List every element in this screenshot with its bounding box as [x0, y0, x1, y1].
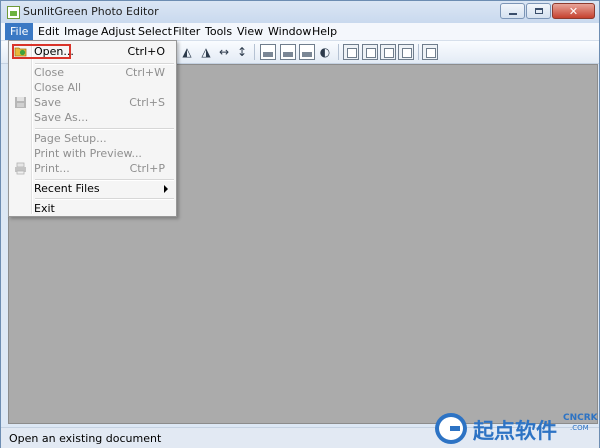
close-button[interactable]: ✕: [552, 3, 595, 19]
resize-height-icon[interactable]: ↕: [234, 44, 250, 60]
crop-frame-icon[interactable]: [398, 44, 414, 60]
flip-horizontal-icon[interactable]: ◭: [179, 44, 195, 60]
levels-icon[interactable]: [299, 44, 315, 60]
menu-item-label: Exit: [34, 202, 55, 215]
submenu-arrow-icon: [164, 185, 168, 193]
toolbar-separator: [338, 44, 339, 60]
maximize-button[interactable]: [526, 3, 551, 19]
menu-item-label: Print...: [34, 162, 70, 175]
open-folder-icon: [14, 47, 27, 57]
menu-item-recent-files[interactable]: Recent Files: [11, 180, 174, 197]
toolbar-separator: [418, 44, 419, 60]
curves-icon[interactable]: [280, 44, 296, 60]
maximize-icon: [535, 8, 543, 14]
menu-file[interactable]: File: [5, 23, 34, 40]
menu-item-save-as[interactable]: Save As...: [11, 109, 174, 126]
minimize-icon: [509, 13, 517, 15]
canvas-icon[interactable]: [380, 44, 396, 60]
menu-bar: File Edit Image Adjust Select Filter Too…: [1, 23, 599, 41]
file-menu-dropdown: Open... Ctrl+O Close Ctrl+W Close All Sa…: [8, 40, 177, 217]
status-text: Open an existing document: [9, 432, 162, 445]
menu-item-open[interactable]: Open... Ctrl+O: [11, 43, 174, 60]
menu-item-exit[interactable]: Exit: [11, 200, 174, 217]
watermark-icon: [435, 413, 467, 444]
menu-item-shortcut: Ctrl+P: [129, 162, 165, 175]
app-window: SunlitGreen Photo Editor ✕ File Edit Ima…: [0, 0, 600, 448]
close-icon: ✕: [568, 5, 579, 18]
window-controls: ✕: [499, 3, 595, 20]
minimize-button[interactable]: [500, 3, 525, 19]
frame-icon[interactable]: [343, 44, 359, 60]
watermark-logo: 起点软件 CNCRK .COM: [435, 410, 599, 446]
window-title: SunlitGreen Photo Editor: [23, 5, 159, 18]
menu-item-label: Save As...: [34, 111, 89, 124]
watermark-tag: CNCRK: [563, 413, 598, 423]
app-logo-icon: [7, 6, 20, 19]
fullscreen-icon[interactable]: [422, 44, 438, 60]
brightness-icon[interactable]: ◐: [317, 44, 333, 60]
menu-item-label: Open...: [34, 45, 74, 58]
menu-help[interactable]: Help: [307, 23, 342, 40]
title-bar[interactable]: SunlitGreen Photo Editor ✕: [1, 1, 599, 23]
resize-width-icon[interactable]: ↔: [216, 44, 232, 60]
histogram-icon[interactable]: [260, 44, 276, 60]
printer-icon: [15, 162, 26, 175]
toolbar-separator: [254, 44, 255, 60]
watermark-tag-domain: .COM: [570, 424, 589, 432]
watermark-text: 起点软件: [473, 419, 557, 443]
menu-item-print[interactable]: Print... Ctrl+P: [11, 160, 174, 177]
flip-vertical-icon[interactable]: ◮: [198, 44, 214, 60]
save-icon: [15, 97, 26, 108]
menu-item-label: Recent Files: [34, 182, 100, 195]
menu-item-shortcut: Ctrl+O: [127, 45, 165, 58]
border-icon[interactable]: [362, 44, 378, 60]
